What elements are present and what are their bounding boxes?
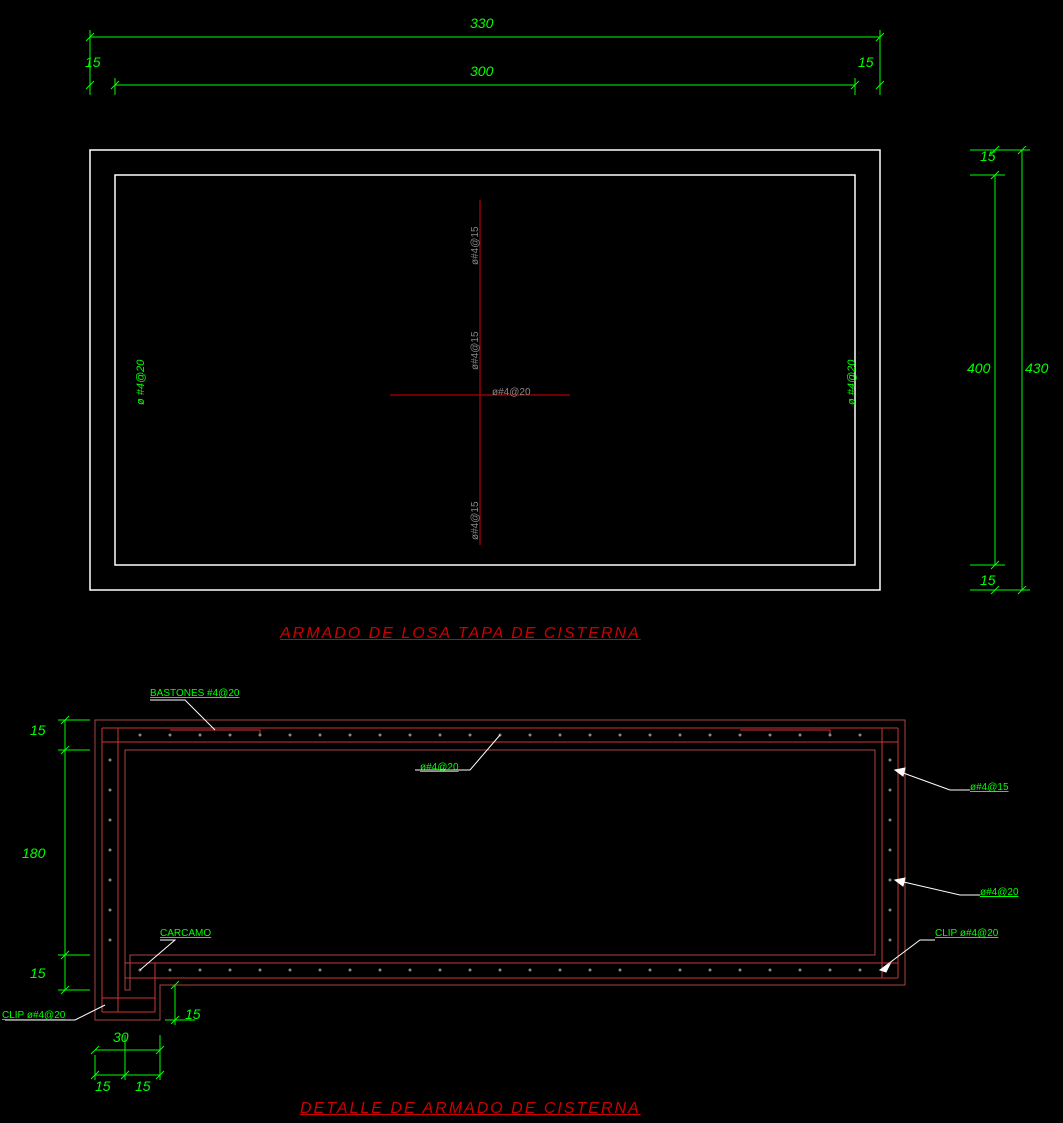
annot-carcamo: CARCAMO — [160, 928, 211, 939]
dim-top-right-offset: 15 — [858, 54, 874, 70]
dim-sec-sump-w: 30 — [113, 1029, 129, 1045]
annot-top-rebar: ø#4@20 — [420, 762, 459, 773]
dim-sec-sump-h: 15 — [185, 1006, 201, 1022]
dim-right-top-offset: 15 — [980, 148, 996, 164]
rebar-plan-left: ø #4@20 — [135, 360, 147, 405]
annot-bastones: BASTONES #4@20 — [150, 688, 239, 699]
annot-right-1: ø#4@15 — [970, 782, 1009, 793]
dim-right-outer: 430 — [1025, 360, 1048, 376]
rebar-plan-center-v1: ø#4@15 — [470, 226, 481, 265]
dim-sec-sump-w3: 15 — [135, 1078, 151, 1094]
dim-top-inner: 300 — [470, 63, 493, 79]
title-plan: ARMADO DE LOSA TAPA DE CISTERNA — [280, 625, 641, 643]
annot-clip-bl: CLIP ø#4@20 — [2, 1010, 65, 1021]
dim-sec-mid: 180 — [22, 845, 45, 861]
dim-sec-bot: 15 — [30, 965, 46, 981]
dim-top-outer: 330 — [470, 15, 493, 31]
annot-right-3: CLIP ø#4@20 — [935, 928, 998, 939]
rebar-plan-center-v2: ø#4@15 — [470, 331, 481, 370]
dim-top-left-offset: 15 — [85, 54, 101, 70]
annot-right-2: ø#4@20 — [980, 887, 1019, 898]
rebar-plan-center-h: ø#4@20 — [492, 387, 531, 398]
rebar-plan-right: ø #4@20 — [846, 360, 858, 405]
dim-right-bottom-offset: 15 — [980, 572, 996, 588]
rebar-plan-center-v3: ø#4@15 — [470, 501, 481, 540]
dim-sec-sump-w2: 15 — [95, 1078, 111, 1094]
dim-sec-top: 15 — [30, 722, 46, 738]
title-section: DETALLE DE ARMADO DE CISTERNA — [300, 1100, 641, 1118]
drawing-canvas — [0, 0, 1063, 1123]
dim-right-inner: 400 — [967, 360, 990, 376]
